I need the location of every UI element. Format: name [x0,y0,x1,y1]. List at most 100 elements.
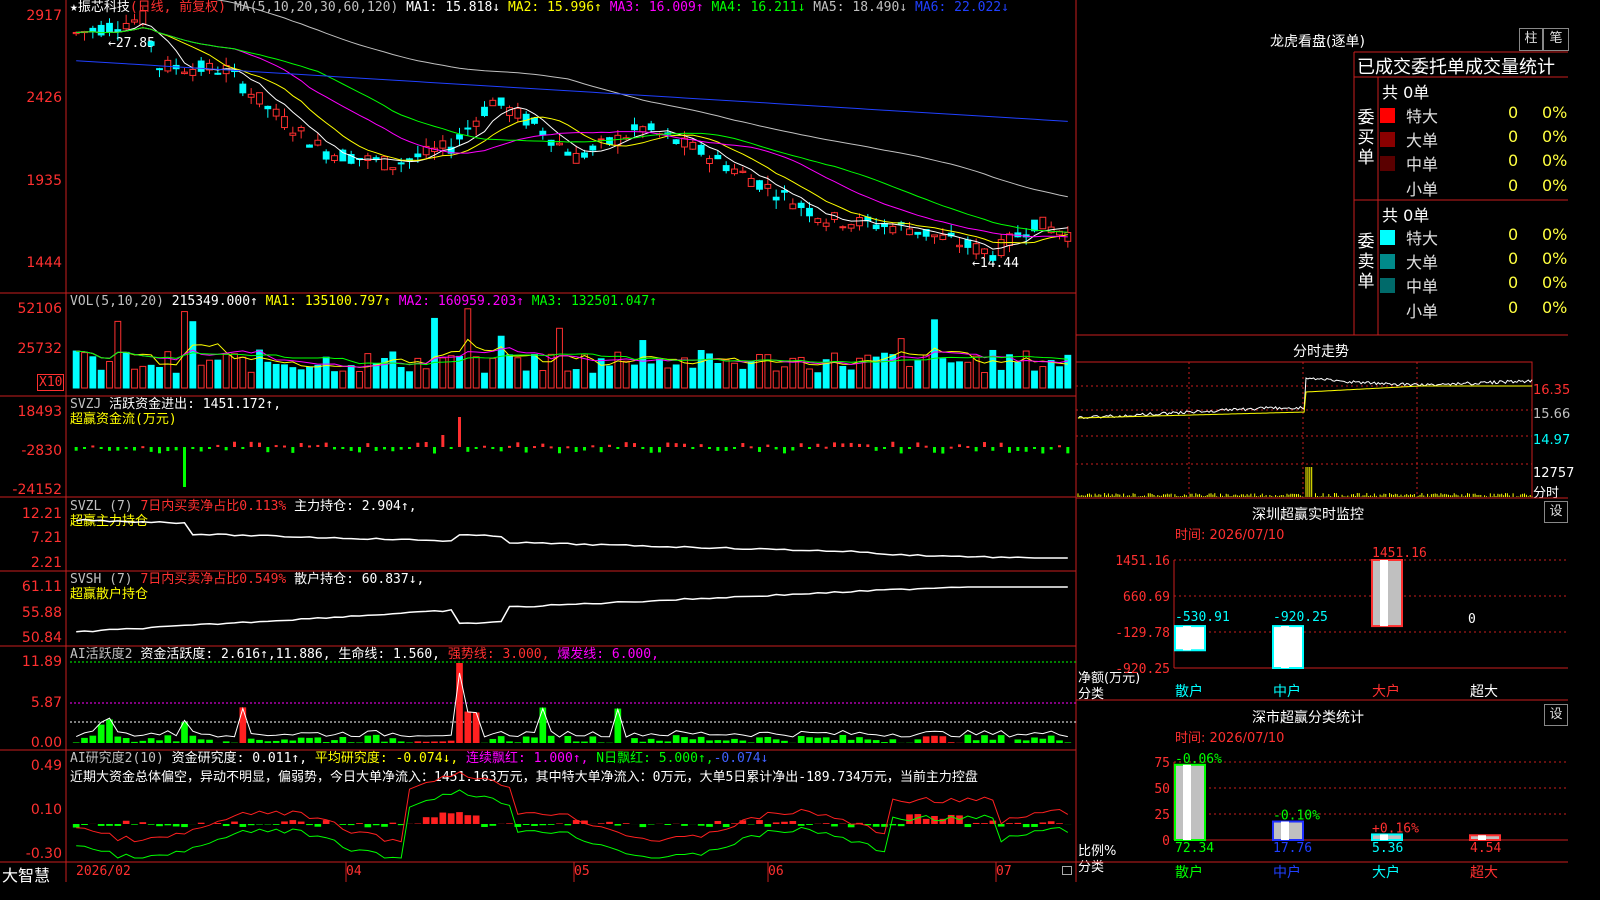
research-bar [722,824,730,828]
fund-flow-bar [116,447,120,451]
volume-bar [589,372,597,389]
candle [631,124,638,131]
candle [514,107,522,119]
research-bar [431,817,438,824]
research-bar [597,823,605,824]
fund-flow-bar [408,447,411,449]
volume-bar [831,352,838,389]
activity-bar [422,741,430,743]
volume-bar [531,354,538,389]
fund-flow-bar [399,447,403,450]
activity-bar [506,741,513,743]
category-change-label: +0.16% [1372,821,1419,836]
research-bar [372,824,380,826]
activity-bar [589,736,597,743]
activity-bar [797,735,805,743]
research-bar [872,824,880,827]
candle [1039,216,1047,230]
activity-bar [781,740,788,743]
research-bar [697,824,705,826]
fund-flow-bar [608,444,611,447]
candle [689,141,697,150]
volume-bar [514,357,522,389]
activity-bar [647,738,655,743]
candle [589,145,597,151]
volume-bar [506,354,513,389]
category-bar-highlight [1183,764,1191,840]
activity-bar [347,742,355,743]
volume-bar [689,367,697,389]
monitor-value-label: 1451.16 [1372,546,1427,561]
activity-bar [397,741,405,743]
fund-flow-bar [466,447,470,452]
activity-bar [731,738,738,743]
research-bar [339,824,347,825]
activity-bar [381,741,388,743]
activity-bar [156,740,163,743]
fund-flow-bar [166,447,170,452]
candle [756,180,763,190]
research-bar [164,824,172,826]
category-value-label: 5.36 [1372,841,1403,856]
fund-flow-bar [458,417,461,447]
candle [697,144,705,155]
candle [89,27,97,32]
activity-bar [389,738,397,743]
fund-flow-bar [283,445,286,448]
research-bar [472,815,480,824]
activity-bar [172,741,180,743]
candle [672,139,680,144]
fund-flow-bar [699,444,703,447]
research-bar [1031,824,1038,827]
fund-flow-bar [199,447,203,452]
activity-bar [1031,737,1038,743]
category-change-label: -0.06% [1175,752,1222,767]
activity-bar [756,737,763,743]
candle [731,168,738,175]
research-bar [1047,821,1055,824]
ma-line [76,27,1068,238]
candle [772,196,780,201]
research-bar [231,821,238,824]
activity-bar [331,740,338,743]
research-bar [97,824,105,826]
fund-flow-bar [158,447,161,454]
volume-bar [572,369,580,389]
activity-bar [847,739,855,743]
activity-bar [872,740,880,743]
volume-bar [206,359,213,389]
volume-bar [664,367,672,389]
category-y-tick: 50 [1154,782,1170,797]
fund-flow-bar [308,445,311,448]
activity-bar [131,741,138,743]
activity-bar [814,737,822,743]
research-bar [506,823,513,824]
candle [131,19,138,23]
fund-flow-bar [999,442,1003,447]
volume-bar [397,367,405,389]
fund-flow-bar [233,441,236,447]
activity-bar [631,738,638,743]
candle [722,165,730,172]
volume-bar [181,311,188,389]
candle [272,108,280,117]
volume-bar [139,365,147,389]
volume-bar [72,350,80,389]
category-value-label: 72.34 [1175,841,1214,856]
fund-flow-bar [149,447,153,452]
activity-bar [539,707,547,743]
volume-bar [1014,361,1022,389]
research-bar [389,822,397,824]
candle [539,130,547,136]
fund-flow-bar [641,447,645,449]
volume-bar [806,368,813,389]
research-bar [72,824,80,828]
volume-bar [522,370,530,389]
candle [639,126,647,133]
fund-flow-bar [524,447,528,453]
fund-flow-bar [616,447,620,449]
research-bar [639,824,647,828]
chart-canvas[interactable]: 1451.16 660.69 -129.78 -920.25 -530.91 散户 -920… [0,0,1568,882]
activity-bar [147,738,155,743]
volume-bar [564,370,572,389]
